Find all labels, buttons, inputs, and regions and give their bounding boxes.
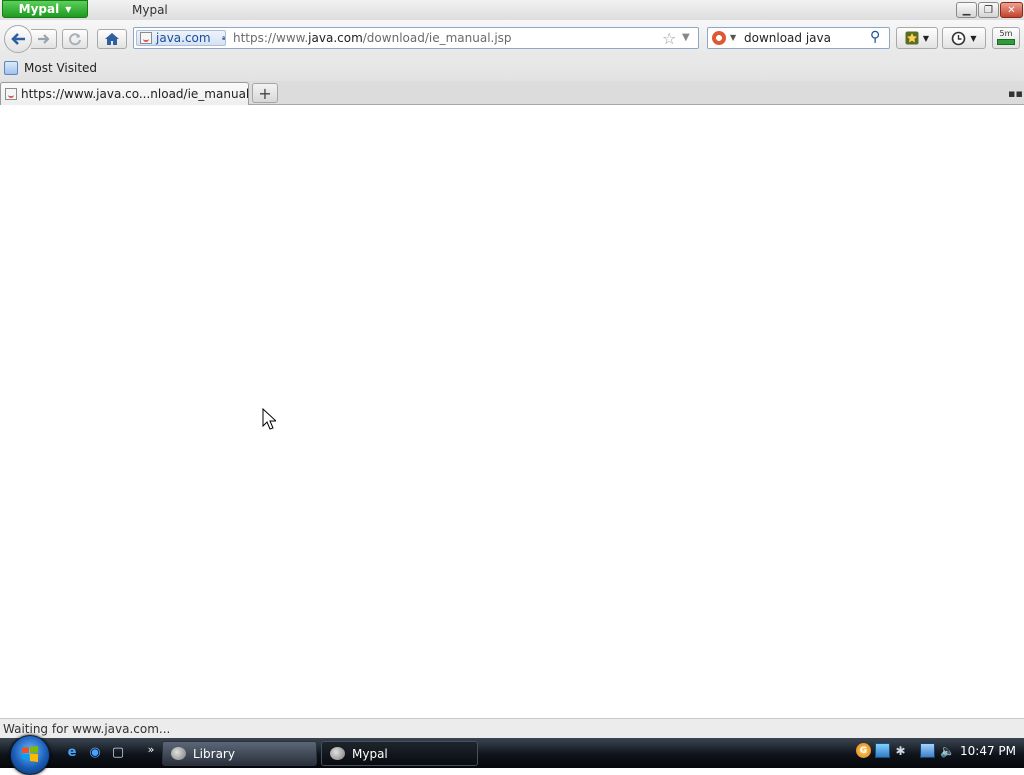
bookmarks-toolbar: Most Visited <box>0 57 1024 81</box>
restore-button[interactable]: ❐ <box>978 2 999 18</box>
reload-icon <box>69 33 81 46</box>
app-menu-button[interactable]: Mypal ▼ <box>2 0 88 18</box>
minimize-icon: ▁ <box>962 4 971 16</box>
search-bar[interactable]: ▼ download java ⚲ <box>707 27 890 49</box>
close-button[interactable]: ✕ <box>1000 2 1023 18</box>
forward-button[interactable] <box>31 29 57 49</box>
back-arrow-icon <box>11 33 25 45</box>
site-identity-label: java.com <box>156 31 211 45</box>
forward-arrow-icon <box>37 34 50 44</box>
home-icon <box>105 33 119 45</box>
bookmark-label: Most Visited <box>24 61 98 75</box>
addon-label: 5m <box>999 29 1013 38</box>
home-button[interactable] <box>97 29 127 49</box>
status-bar: Waiting for www.java.com... <box>0 718 1024 738</box>
bluetooth-tray-icon[interactable]: ✱ <box>893 743 908 758</box>
back-button[interactable] <box>4 25 32 53</box>
taskbar-item-label: Mypal <box>352 746 388 761</box>
bookmarks-star-icon <box>905 31 919 45</box>
new-tab-button[interactable]: + <box>252 83 278 103</box>
chevron-down-icon: ▼ <box>922 33 930 43</box>
mypal-app-icon <box>330 747 345 760</box>
g-app-tray-icon[interactable]: G <box>856 743 871 758</box>
show-desktop-icon[interactable]: ▢ <box>110 744 126 760</box>
site-identity-button[interactable]: java.com <box>136 30 226 46</box>
display-tray-icon[interactable] <box>920 743 935 758</box>
mouse-cursor-icon <box>262 408 276 430</box>
history-menu-button[interactable]: ▼ <box>942 27 986 49</box>
addon-progress-icon <box>997 39 1015 45</box>
window-title: Mypal <box>132 3 168 17</box>
windows-logo-icon <box>22 746 38 762</box>
taskbar-item-label: Library <box>193 746 235 761</box>
url-dropdown-icon[interactable]: ▼ <box>682 32 690 43</box>
system-tray: G ✱ 🔈 10:47 PM <box>856 743 1024 763</box>
mypal-app-icon <box>171 747 186 760</box>
url-path: /download/ie_manual.jsp <box>362 31 512 45</box>
addon-button[interactable]: 5m <box>992 27 1020 49</box>
reload-button[interactable] <box>62 29 88 49</box>
bookmarks-menu-button[interactable]: ▼ <box>896 27 938 49</box>
url-text[interactable]: https://www.java.com/download/ie_manual.… <box>233 31 512 45</box>
taskbar-item-mypal[interactable]: Mypal <box>321 741 478 766</box>
app-menu-label: Mypal <box>18 2 60 16</box>
chevron-down-icon[interactable]: ▼ <box>730 33 736 42</box>
tab-strip: https://www.java.co...nload/ie_manual.js… <box>0 81 1024 105</box>
clock[interactable]: 10:47 PM <box>960 744 1016 758</box>
tab-active[interactable]: https://www.java.co...nload/ie_manual.js… <box>0 82 249 105</box>
navigation-toolbar: java.com https://www.java.com/download/i… <box>0 20 1024 57</box>
internet-explorer-icon[interactable]: e <box>64 744 80 760</box>
taskbar-item-library[interactable]: Library <box>162 741 317 766</box>
folder-icon <box>4 61 18 75</box>
close-icon: ✕ <box>1007 4 1016 16</box>
search-input[interactable]: download java <box>744 31 831 45</box>
bookmark-star-icon[interactable]: ☆ <box>662 29 676 48</box>
java-favicon <box>5 88 17 100</box>
url-bar[interactable]: java.com https://www.java.com/download/i… <box>133 27 699 49</box>
url-prefix: https://www. <box>233 31 309 45</box>
quicklaunch-more-icon[interactable]: » <box>143 741 159 757</box>
lock-icon <box>221 36 225 40</box>
tab-list-icon[interactable]: ▪▪ <box>1008 87 1023 100</box>
restore-icon: ❐ <box>984 4 993 16</box>
plus-icon: + <box>258 83 272 103</box>
search-icon[interactable]: ⚲ <box>870 29 880 45</box>
browser-quicklaunch-icon[interactable]: ◉ <box>87 744 103 760</box>
status-text: Waiting for www.java.com... <box>3 722 171 736</box>
minimize-button[interactable]: ▁ <box>956 2 977 18</box>
taskbar: e ◉ ▢ » Library Mypal G ✱ 🔈 10:47 PM <box>0 735 1024 775</box>
tab-label: https://www.java.co...nload/ie_manual.js… <box>21 87 249 101</box>
java-favicon <box>140 32 152 44</box>
bookmark-most-visited[interactable]: Most Visited <box>4 61 97 75</box>
start-button[interactable] <box>10 735 50 775</box>
title-bar: Mypal ▼ Mypal ▁ ❐ ✕ <box>0 0 1024 20</box>
network-tray-icon[interactable] <box>875 743 890 758</box>
page-content[interactable] <box>0 105 1024 718</box>
chevron-down-icon: ▼ <box>970 33 977 43</box>
url-domain: java.com <box>308 31 363 45</box>
volume-muted-icon[interactable]: 🔈 <box>940 743 955 758</box>
chevron-down-icon: ▼ <box>65 4 72 14</box>
search-engine-icon[interactable] <box>712 31 726 45</box>
clock-icon <box>952 31 966 45</box>
